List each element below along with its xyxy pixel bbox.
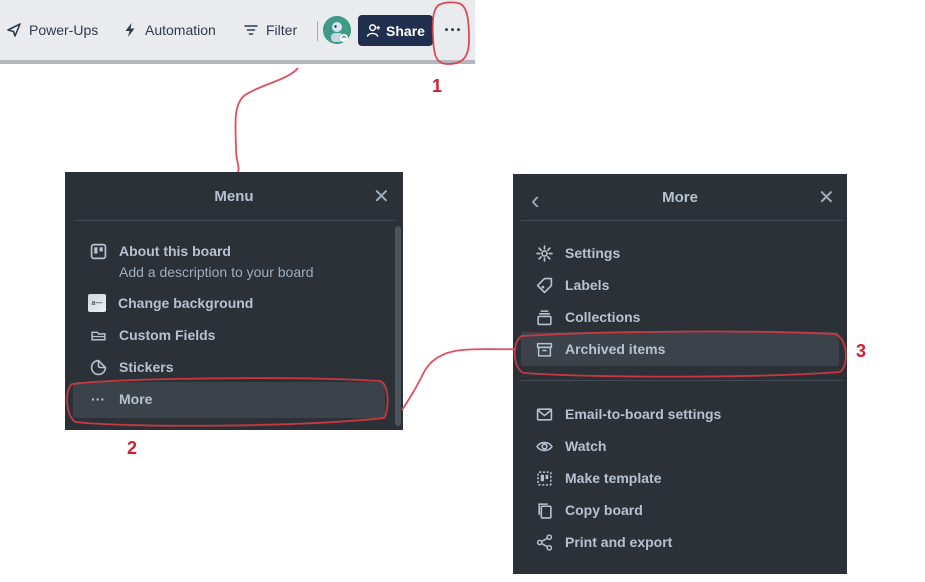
more-item-labels[interactable]: Labels bbox=[535, 276, 609, 294]
annotation-step-3: 3 bbox=[856, 341, 867, 361]
menu-item-more-label: More bbox=[119, 391, 153, 407]
member-avatar[interactable] bbox=[323, 16, 351, 44]
board-more-button[interactable]: ··· bbox=[439, 15, 467, 46]
more-item-print-and-export-label: Print and export bbox=[565, 534, 673, 550]
annotation-connector-1 bbox=[234, 67, 299, 173]
more-item-watch[interactable]: Watch bbox=[535, 437, 606, 455]
more-item-archived-items[interactable]: Archived items bbox=[535, 340, 665, 358]
annotation-step-2: 2 bbox=[127, 438, 138, 458]
close-icon[interactable]: ✕ bbox=[373, 187, 390, 207]
more-item-archived-items-label: Archived items bbox=[565, 341, 666, 357]
power-ups-label: Power-Ups bbox=[29, 22, 99, 38]
more-item-labels-label: Labels bbox=[565, 277, 610, 293]
more-item-settings-label: Settings bbox=[565, 245, 621, 261]
collections-icon bbox=[535, 308, 553, 326]
more-item-collections-label: Collections bbox=[565, 309, 641, 325]
template-icon bbox=[535, 469, 553, 487]
filter-icon bbox=[244, 25, 258, 35]
more-panel-title: More bbox=[662, 189, 698, 206]
more-item-email-to-board[interactable]: Email-to-board settings bbox=[535, 405, 721, 423]
menu-scrollbar[interactable] bbox=[395, 226, 401, 426]
menu-item-about-label: About this board bbox=[119, 243, 231, 259]
share-label: Share bbox=[386, 22, 425, 39]
avatar-icon bbox=[323, 16, 351, 44]
toolbar-divider bbox=[317, 21, 318, 41]
menu-divider bbox=[75, 220, 395, 221]
more-item-copy-board[interactable]: Copy board bbox=[535, 501, 643, 519]
menu-item-change-background[interactable]: a— Change background bbox=[88, 294, 253, 312]
close-icon[interactable]: ✕ bbox=[818, 188, 835, 208]
more-divider-middle bbox=[521, 380, 843, 381]
lightning-icon bbox=[125, 23, 135, 37]
archive-icon bbox=[535, 340, 553, 358]
menu-panel: Menu ✕ About this board Add a descriptio… bbox=[65, 172, 403, 430]
background-thumbnail: a— bbox=[88, 294, 106, 312]
more-item-copy-board-label: Copy board bbox=[565, 502, 643, 518]
menu-item-change-background-label: Change background bbox=[118, 295, 254, 311]
more-item-email-to-board-label: Email-to-board settings bbox=[565, 406, 722, 422]
gear-icon bbox=[535, 244, 553, 262]
annotation-connector-2 bbox=[401, 348, 517, 411]
email-icon bbox=[535, 405, 553, 423]
automation-button[interactable]: Automation bbox=[122, 18, 216, 42]
menu-item-custom-fields-label: Custom Fields bbox=[119, 327, 216, 343]
eye-icon bbox=[535, 437, 553, 455]
more-item-settings[interactable]: Settings bbox=[535, 244, 620, 262]
annotation-step-1: 1 bbox=[432, 76, 443, 96]
more-item-make-template-label: Make template bbox=[565, 470, 662, 486]
more-panel: ‹ More ✕ Settings Labels Collections Arc… bbox=[513, 174, 847, 574]
power-ups-button[interactable]: Power-Ups bbox=[6, 18, 98, 42]
more-item-make-template[interactable]: Make template bbox=[535, 469, 661, 487]
sticker-icon bbox=[89, 358, 107, 376]
board-toolbar: Power-Ups Automation Filter Share ··· bbox=[0, 0, 475, 64]
menu-item-about-description: Add a description to your board bbox=[119, 264, 314, 280]
rocket-icon bbox=[7, 23, 21, 37]
more-divider-top bbox=[521, 220, 843, 221]
menu-panel-title: Menu bbox=[214, 188, 254, 205]
menu-item-custom-fields[interactable]: Custom Fields bbox=[89, 326, 215, 344]
ellipsis-icon: ··· bbox=[91, 391, 105, 407]
board-icon bbox=[89, 242, 107, 260]
board-toolbar-bar: Power-Ups Automation Filter Share ··· bbox=[0, 0, 475, 64]
filter-label: Filter bbox=[266, 22, 298, 38]
share-nodes-icon bbox=[535, 533, 553, 551]
filter-button[interactable]: Filter bbox=[243, 18, 297, 42]
more-item-watch-label: Watch bbox=[565, 438, 607, 454]
more-item-print-and-export[interactable]: Print and export bbox=[535, 533, 672, 551]
add-person-icon bbox=[366, 24, 381, 37]
custom-fields-icon bbox=[89, 326, 107, 344]
tag-icon bbox=[535, 276, 553, 294]
share-button[interactable]: Share bbox=[358, 15, 433, 46]
automation-label: Automation bbox=[145, 22, 216, 38]
menu-item-about-board[interactable]: About this board bbox=[89, 242, 231, 260]
menu-item-stickers-label: Stickers bbox=[119, 359, 174, 375]
copy-icon bbox=[535, 501, 553, 519]
menu-item-stickers[interactable]: Stickers bbox=[89, 358, 173, 376]
menu-item-more[interactable]: ··· More bbox=[89, 390, 152, 408]
more-item-collections[interactable]: Collections bbox=[535, 308, 640, 326]
